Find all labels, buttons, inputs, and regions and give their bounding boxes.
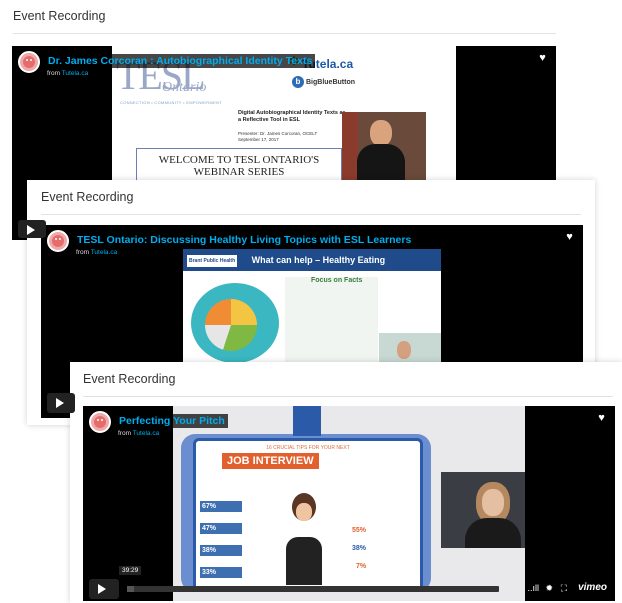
play-button[interactable] bbox=[89, 579, 119, 599]
volume-icon[interactable]: ..ıll bbox=[527, 583, 539, 593]
fullscreen-icon[interactable]: ⛶ bbox=[561, 583, 567, 594]
stat-left-1: 67% bbox=[200, 501, 242, 512]
slide-heading: What can help – Healthy Eating bbox=[251, 255, 386, 265]
plate-chart-graphic bbox=[205, 299, 257, 351]
card-title: Event Recording bbox=[13, 9, 106, 23]
focus-title: Focus on Facts bbox=[311, 277, 363, 284]
infographic-heading: JOB INTERVIEW bbox=[222, 453, 319, 469]
public-health-logo: Brant Public Health bbox=[187, 254, 238, 267]
tesl-tagline: CONNECTION • COMMUNITY • EMPOWERMENT bbox=[120, 100, 222, 105]
card-divider bbox=[13, 33, 556, 34]
slide-presenter: Presenter: Dr. James Corcoran, OCELT Sep… bbox=[238, 131, 317, 142]
bigbluebutton-icon: b bbox=[292, 76, 304, 88]
progress-bar[interactable] bbox=[127, 586, 499, 592]
time-display: 39:29 bbox=[119, 566, 142, 575]
card-title: Event Recording bbox=[83, 372, 176, 386]
presenter-name: Presenter: Dr. James Corcoran, OCELT bbox=[238, 131, 318, 136]
stat-left-2: 47% bbox=[200, 523, 242, 534]
card-divider bbox=[41, 214, 581, 215]
heart-icon[interactable]: ♥ bbox=[561, 230, 578, 245]
slide-top-tab bbox=[293, 406, 321, 436]
presenter-webcam bbox=[342, 112, 426, 182]
video-title[interactable]: Dr. James Corcoran : Autobiographical Id… bbox=[45, 54, 316, 68]
video-header: Perfecting Your Pitch from Tutela.ca bbox=[89, 411, 228, 437]
heart-icon[interactable]: ♥ bbox=[534, 51, 551, 66]
avatar bbox=[18, 51, 40, 73]
infographic: 16 CRUCIAL TIPS FOR YOUR NEXT JOB INTERV… bbox=[193, 438, 423, 592]
bigbluebutton-label: BigBlueButton bbox=[306, 78, 355, 86]
presenter-date: September 17, 2017 bbox=[238, 136, 279, 142]
event-recording-card-3: Event Recording 16 CRUCIAL TIPS FOR YOUR… bbox=[70, 362, 622, 603]
avatar bbox=[89, 411, 111, 433]
stat-right-1: 55% bbox=[352, 527, 367, 534]
bigbluebutton-logo: b BigBlueButton bbox=[292, 76, 355, 88]
presenter-webcam bbox=[441, 472, 525, 548]
video-source-link[interactable]: Tutela.ca bbox=[62, 70, 89, 77]
card-divider bbox=[83, 396, 613, 397]
video-from: from Tutela.ca bbox=[118, 430, 160, 437]
stat-left-3: 38% bbox=[200, 545, 242, 556]
heart-icon[interactable]: ♥ bbox=[593, 411, 610, 426]
avatar bbox=[47, 230, 69, 252]
player-controls: 39:29 ..ıll ✹ ⛶ vimeo bbox=[83, 566, 615, 601]
focus-panel bbox=[285, 277, 378, 367]
presenter-webcam bbox=[379, 333, 441, 363]
infographic-subheading: 16 CRUCIAL TIPS FOR YOUR NEXT bbox=[266, 445, 350, 451]
video-from: from Tutela.ca bbox=[47, 70, 89, 77]
video-source-link[interactable]: Tutela.ca bbox=[133, 430, 160, 437]
video-title[interactable]: Perfecting Your Pitch bbox=[116, 414, 228, 428]
stat-right-3: 7% bbox=[356, 563, 367, 570]
video-header: TESL Ontario: Discussing Healthy Living … bbox=[47, 230, 415, 256]
settings-icon[interactable]: ✹ bbox=[545, 583, 553, 594]
play-button[interactable] bbox=[18, 220, 46, 238]
video-title[interactable]: TESL Ontario: Discussing Healthy Living … bbox=[74, 233, 415, 247]
card-title: Event Recording bbox=[41, 190, 134, 204]
play-button[interactable] bbox=[47, 393, 75, 413]
tesl-logo-sub: Ontario bbox=[162, 80, 207, 95]
video-from: from Tutela.ca bbox=[76, 249, 118, 256]
video-header: Dr. James Corcoran : Autobiographical Id… bbox=[18, 51, 316, 77]
vimeo-logo[interactable]: vimeo bbox=[578, 582, 607, 593]
video-source-link[interactable]: Tutela.ca bbox=[91, 249, 118, 256]
slide-subtitle: Digital Autobiographical Identity Texts … bbox=[238, 110, 346, 123]
stat-right-2: 38% bbox=[352, 545, 367, 552]
video-player[interactable]: 16 CRUCIAL TIPS FOR YOUR NEXT JOB INTERV… bbox=[83, 406, 615, 601]
